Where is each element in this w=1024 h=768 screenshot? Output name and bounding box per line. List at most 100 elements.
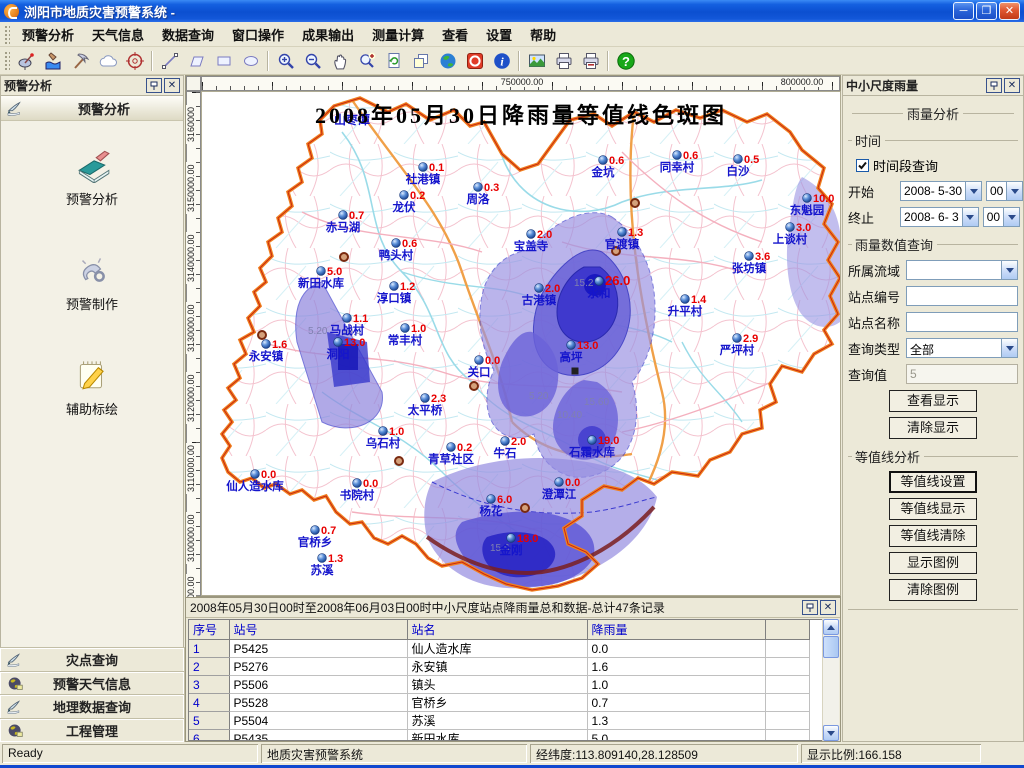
map-canvas[interactable]: 5.2010.415.25.2015.6010.4015.6山枣潭0.1社港镇0…	[201, 91, 841, 596]
toolbar-grip[interactable]	[3, 50, 10, 72]
station-marker-icon[interactable]	[803, 194, 812, 203]
end-date-combo[interactable]: 2008- 6- 3	[900, 207, 979, 227]
chevron-down-icon[interactable]	[1001, 261, 1017, 279]
查询类型-combo[interactable]: 全部	[906, 338, 1018, 358]
station-marker-icon[interactable]	[527, 230, 536, 239]
站点编号-input[interactable]	[906, 286, 1018, 306]
清除显示-button[interactable]: 清除显示	[889, 417, 977, 439]
survey-pick-icon[interactable]	[68, 49, 93, 73]
close-icon[interactable]: ✕	[164, 78, 180, 93]
station-marker-icon[interactable]	[318, 554, 327, 563]
station-marker-icon[interactable]	[311, 526, 320, 535]
pin-icon[interactable]	[802, 600, 818, 615]
station-marker-icon[interactable]	[535, 284, 544, 293]
station-marker-icon[interactable]	[618, 228, 627, 237]
restore-button[interactable]: ❐	[976, 2, 997, 20]
station-marker-icon[interactable]	[419, 163, 428, 172]
查看显示-button[interactable]: 查看显示	[889, 390, 977, 412]
显示图例-button[interactable]: 显示图例	[889, 552, 977, 574]
zoom-select-icon[interactable]	[354, 49, 379, 73]
table-scrollbar[interactable]	[822, 619, 839, 741]
station-marker-icon[interactable]	[262, 340, 271, 349]
pin-icon[interactable]	[986, 78, 1002, 93]
time-range-checkbox[interactable]	[856, 159, 869, 172]
station-marker-icon[interactable]	[734, 155, 743, 164]
draw-rect-icon[interactable]	[211, 49, 236, 73]
menu-item-成果输出[interactable]: 成果输出	[293, 21, 363, 48]
flood-tool-icon[interactable]	[41, 49, 66, 73]
station-marker-icon[interactable]	[353, 479, 362, 488]
minimize-button[interactable]: ─	[953, 2, 974, 20]
chevron-down-icon[interactable]	[1006, 182, 1022, 200]
info-icon[interactable]: i	[489, 49, 514, 73]
table-row[interactable]: 3P5506镇头1.0	[189, 676, 809, 694]
hazard-point-marker[interactable]	[631, 199, 639, 207]
menu-item-设置[interactable]: 设置	[477, 21, 521, 48]
station-marker-icon[interactable]	[317, 267, 326, 276]
hazard-point-marker[interactable]	[258, 331, 266, 339]
stop-icon[interactable]	[462, 49, 487, 73]
station-marker-icon[interactable]	[555, 478, 564, 487]
table-row[interactable]: 4P5528官桥乡0.7	[189, 694, 809, 712]
menu-item-数据查询[interactable]: 数据查询	[153, 21, 223, 48]
help-icon[interactable]: ?	[613, 49, 638, 73]
station-marker-icon[interactable]	[343, 314, 352, 323]
station-marker-icon[interactable]	[400, 191, 409, 200]
chevron-down-icon[interactable]	[1001, 339, 1017, 357]
station-marker-icon[interactable]	[588, 436, 597, 445]
menu-grip[interactable]	[3, 24, 10, 43]
station-marker-icon[interactable]	[745, 252, 754, 261]
sidebar-bar-预警天气信息[interactable]: 预警天气信息	[0, 672, 184, 696]
站点名称-input[interactable]	[906, 312, 1018, 332]
等值线显示-button[interactable]: 等值线显示	[889, 498, 977, 520]
station-marker-icon[interactable]	[507, 534, 516, 543]
sidebar-bar-灾点查询[interactable]: 灾点查询	[0, 648, 184, 672]
table-row[interactable]: 2P5276永安镇1.6	[189, 658, 809, 676]
locate-crosshair-icon[interactable]	[122, 49, 147, 73]
print-preview-icon[interactable]	[578, 49, 603, 73]
chevron-down-icon[interactable]	[965, 182, 981, 200]
rain-station-苏溪[interactable]: 1.3苏溪	[311, 553, 344, 577]
close-icon[interactable]: ✕	[820, 600, 836, 615]
menu-item-预警分析[interactable]: 预警分析	[13, 21, 83, 48]
station-marker-icon[interactable]	[501, 437, 510, 446]
station-marker-icon[interactable]	[401, 324, 410, 333]
station-marker-icon[interactable]	[447, 443, 456, 452]
column-header-站名[interactable]: 站名	[407, 620, 587, 640]
draw-polygon-icon[interactable]	[184, 49, 209, 73]
station-marker-icon[interactable]	[251, 470, 260, 479]
chevron-down-icon[interactable]	[962, 208, 978, 226]
station-marker-icon[interactable]	[681, 295, 690, 304]
start-date-combo[interactable]: 2008- 5-30	[900, 181, 982, 201]
station-marker-icon[interactable]	[390, 282, 399, 291]
zoom-in-icon[interactable]	[273, 49, 298, 73]
station-marker-icon[interactable]	[379, 427, 388, 436]
pin-icon[interactable]	[146, 78, 162, 93]
sidebar-item-辅助标绘[interactable]: 辅助标绘	[1, 355, 183, 418]
station-marker-icon[interactable]	[733, 334, 742, 343]
weather-cloud-icon[interactable]	[95, 49, 120, 73]
station-marker-icon[interactable]	[673, 151, 682, 160]
warning-analysis-icon[interactable]	[14, 49, 39, 73]
column-header-站号[interactable]: 站号	[229, 620, 407, 640]
station-marker-icon[interactable]	[474, 183, 483, 192]
sidebar-item-预警分析[interactable]: 预警分析	[1, 145, 183, 208]
station-marker-icon[interactable]	[595, 277, 604, 286]
station-marker-icon[interactable]	[475, 356, 484, 365]
rain-station-官桥乡[interactable]: 0.7官桥乡	[298, 525, 337, 549]
所属流域-combo[interactable]	[906, 260, 1018, 280]
scroll-up-icon[interactable]	[823, 619, 839, 635]
等值线设置-button[interactable]: 等值线设置	[889, 471, 977, 493]
等值线清除-button[interactable]: 等值线清除	[889, 525, 977, 547]
menu-item-帮助[interactable]: 帮助	[521, 21, 565, 48]
hazard-point-marker[interactable]	[395, 457, 403, 465]
station-marker-icon[interactable]	[599, 156, 608, 165]
end-hour-combo[interactable]: 00	[983, 207, 1020, 227]
sidebar-bar-地理数据查询[interactable]: 地理数据查询	[0, 695, 184, 719]
draw-line-icon[interactable]	[157, 49, 182, 73]
station-marker-icon[interactable]	[567, 341, 576, 350]
close-icon[interactable]: ✕	[1004, 78, 1020, 93]
menu-item-窗口操作[interactable]: 窗口操作	[223, 21, 293, 48]
export-image-icon[interactable]	[524, 49, 549, 73]
清除图例-button[interactable]: 清除图例	[889, 579, 977, 601]
